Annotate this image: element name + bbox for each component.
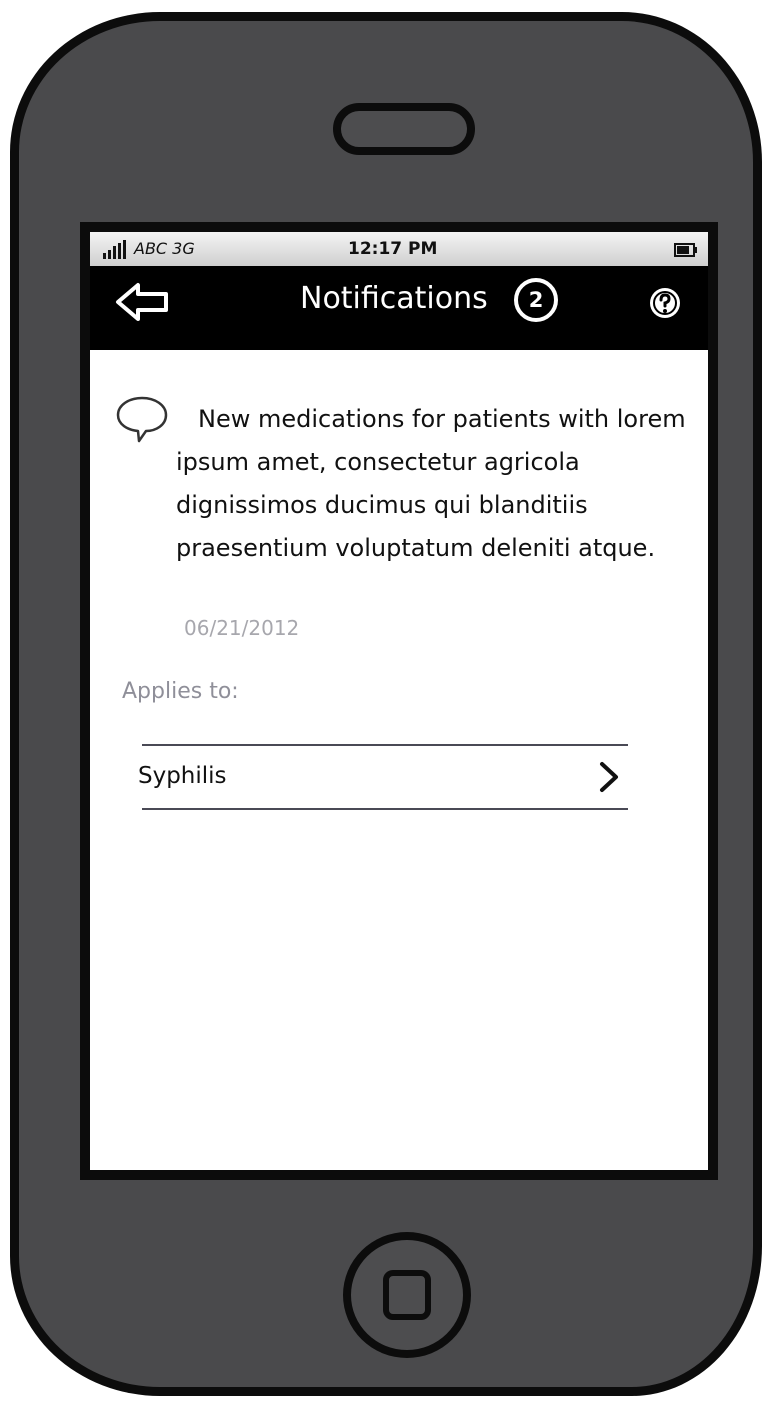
list-item-label: Syphilis bbox=[138, 763, 227, 789]
status-bar: ABC 3G 12:17 PM bbox=[90, 232, 708, 266]
status-time: 12:17 PM bbox=[348, 239, 438, 259]
carrier-label: ABC 3G bbox=[134, 239, 195, 258]
signal-bars-icon bbox=[103, 240, 126, 259]
back-arrow-icon[interactable] bbox=[114, 280, 172, 324]
phone-mockup: ABC 3G 12:17 PM Notifications 2 New medi… bbox=[0, 0, 774, 1408]
chevron-right-icon bbox=[600, 762, 618, 792]
speech-bubble-icon bbox=[116, 396, 168, 443]
notification-detail: New medications for patients with lorem … bbox=[90, 350, 708, 1170]
device-screen: ABC 3G 12:17 PM Notifications 2 New medi… bbox=[80, 222, 718, 1180]
home-button-icon[interactable] bbox=[343, 1232, 471, 1358]
list-divider-top bbox=[142, 744, 628, 746]
home-square-icon bbox=[383, 1270, 431, 1320]
applies-to-label: Applies to: bbox=[122, 679, 239, 704]
list-item-syphilis[interactable]: Syphilis bbox=[138, 748, 628, 808]
help-icon[interactable] bbox=[648, 286, 682, 320]
page-title: Notifications bbox=[300, 281, 488, 316]
battery-icon bbox=[674, 243, 697, 257]
notification-count-badge: 2 bbox=[514, 278, 558, 322]
navigation-bar: Notifications 2 bbox=[90, 266, 708, 350]
list-divider-bottom bbox=[142, 808, 628, 810]
notification-date: 06/21/2012 bbox=[184, 616, 300, 640]
speaker-icon bbox=[333, 103, 475, 155]
notification-message: New medications for patients with lorem … bbox=[176, 405, 686, 562]
